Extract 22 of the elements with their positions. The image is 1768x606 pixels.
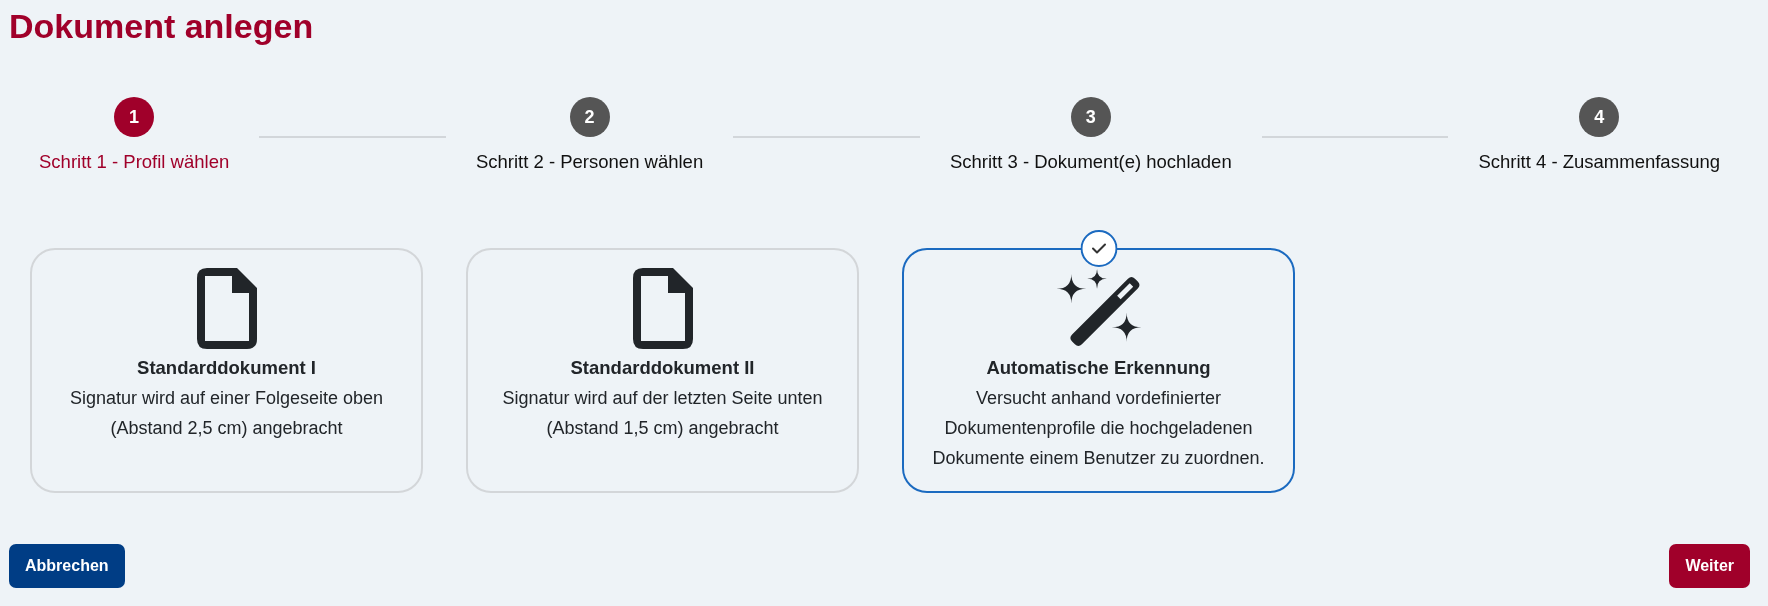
profile-description: Signatur wird auf der letzten Seite unten (Abstand 1,5 cm) angebracht <box>501 386 824 440</box>
check-icon <box>1080 229 1117 267</box>
profile-title: Standarddokument I <box>136 355 317 380</box>
step-label: Schritt 4 - Zusammenfassung <box>1478 149 1720 174</box>
step-number: 2 <box>569 96 610 137</box>
step-label: Schritt 1 - Profil wählen <box>39 149 230 174</box>
profile-card[interactable]: Standarddokument I Signatur wird auf einer Folgeseite oben (Abstand 2,5 cm) angebracht <box>30 247 423 493</box>
profile-description: Signatur wird auf einer Folgeseite oben (Abstand 2,5 cm) angebracht <box>68 386 385 440</box>
step-label: Schritt 2 - Personen wählen <box>475 149 704 174</box>
page-title: Dokument anlegen <box>9 6 314 47</box>
profile-card[interactable]: Standarddokument II Signatur wird auf der letzten Seite unten (Abstand 1,5 cm) angebracht <box>466 247 859 493</box>
profile-description: Versucht anhand vordefinierter Dokumentenprofile die hochgeladenen Dokumente einem Benutzer zu zuordnen. <box>931 386 1266 470</box>
cancel-button[interactable]: Abbrechen <box>9 544 125 588</box>
document-icon <box>196 267 257 349</box>
document-icon <box>632 267 693 349</box>
next-button[interactable]: Weiter <box>1669 544 1750 588</box>
step-number: 1 <box>114 96 155 137</box>
step-label: Schritt 3 - Dokument(e) hochladen <box>949 149 1232 174</box>
step-number: 3 <box>1070 96 1111 137</box>
profile-title: Standarddokument II <box>569 355 756 380</box>
step-number: 4 <box>1579 96 1620 137</box>
profile-title: Automatische Erkennung <box>985 355 1212 380</box>
